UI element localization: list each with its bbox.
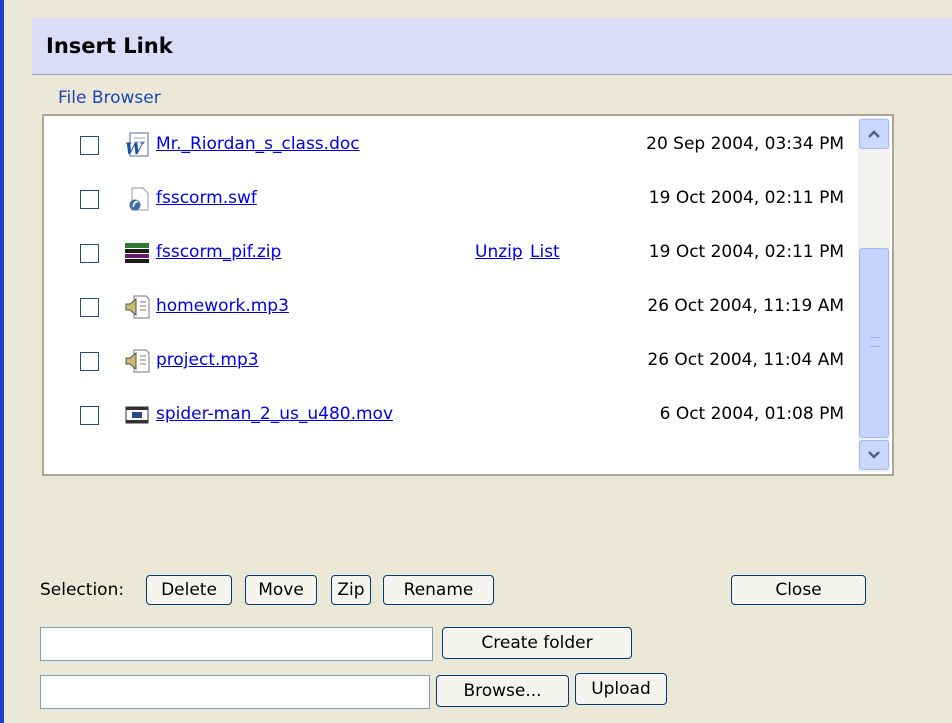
file-browser-label: File Browser [58, 88, 161, 108]
rename-button[interactable]: Rename [383, 575, 494, 605]
file-checkbox[interactable] [80, 352, 99, 371]
file-list-scrollbar[interactable] [858, 118, 890, 472]
file-checkbox[interactable] [80, 244, 99, 263]
file-checkbox[interactable] [80, 136, 99, 155]
scroll-up-button[interactable] [859, 119, 889, 149]
chevron-up-icon [868, 130, 880, 138]
move-button[interactable]: Move [245, 575, 317, 605]
scroll-thumb[interactable] [859, 248, 889, 438]
upload-file-input[interactable] [40, 675, 430, 709]
file-link[interactable]: project.mp3 [156, 350, 259, 370]
unzip-link[interactable]: Unzip [475, 242, 523, 262]
word-doc-icon: W [125, 132, 149, 158]
file-row: spider-man_2_us_u480.mov 6 Oct 2004, 01:… [44, 392, 844, 446]
file-date: 20 Sep 2004, 03:34 PM [646, 134, 844, 154]
file-link[interactable]: spider-man_2_us_u480.mov [156, 404, 393, 424]
zip-button[interactable]: Zip [331, 575, 371, 605]
file-row: fsscorm_pif.zip Unzip List 19 Oct 2004, … [44, 230, 844, 284]
file-link[interactable]: Mr._Riordan_s_class.doc [156, 134, 360, 154]
svg-text:W: W [125, 139, 145, 158]
create-folder-button[interactable]: Create folder [442, 627, 632, 659]
window-left-border [0, 0, 4, 723]
file-row: W Mr._Riordan_s_class.doc 20 Sep 2004, 0… [44, 122, 844, 176]
selection-label: Selection: [40, 580, 125, 600]
flash-file-icon [129, 187, 149, 211]
file-checkbox[interactable] [80, 298, 99, 317]
dialog-header: Insert Link [32, 18, 952, 75]
file-date: 6 Oct 2004, 01:08 PM [659, 404, 844, 424]
file-row: project.mp3 26 Oct 2004, 11:04 AM [44, 338, 844, 392]
video-file-icon [125, 406, 149, 424]
scroll-grip [870, 337, 880, 347]
delete-button[interactable]: Delete [146, 575, 232, 605]
file-link[interactable]: fsscorm.swf [156, 188, 257, 208]
zip-archive-icon [125, 243, 149, 263]
scroll-down-button[interactable] [859, 440, 889, 470]
file-date: 19 Oct 2004, 02:11 PM [648, 242, 844, 262]
file-list: W Mr._Riordan_s_class.doc 20 Sep 2004, 0… [42, 114, 894, 476]
dialog-title: Insert Link [46, 34, 173, 58]
file-link[interactable]: fsscorm_pif.zip [156, 242, 281, 262]
file-checkbox[interactable] [80, 406, 99, 425]
file-row: fsscorm.swf 19 Oct 2004, 02:11 PM [44, 176, 844, 230]
chevron-down-icon [868, 451, 880, 459]
file-date: 26 Oct 2004, 11:04 AM [647, 350, 844, 370]
close-button[interactable]: Close [731, 575, 866, 605]
file-row: homework.mp3 26 Oct 2004, 11:19 AM [44, 284, 844, 338]
file-date: 19 Oct 2004, 02:11 PM [648, 188, 844, 208]
file-link[interactable]: homework.mp3 [156, 296, 289, 316]
folder-name-input[interactable] [40, 627, 433, 661]
audio-file-icon [125, 349, 150, 373]
audio-file-icon [125, 295, 150, 319]
browse-button[interactable]: Browse... [436, 675, 569, 707]
file-date: 26 Oct 2004, 11:19 AM [647, 296, 844, 316]
upload-button[interactable]: Upload [575, 673, 667, 705]
file-checkbox[interactable] [80, 190, 99, 209]
